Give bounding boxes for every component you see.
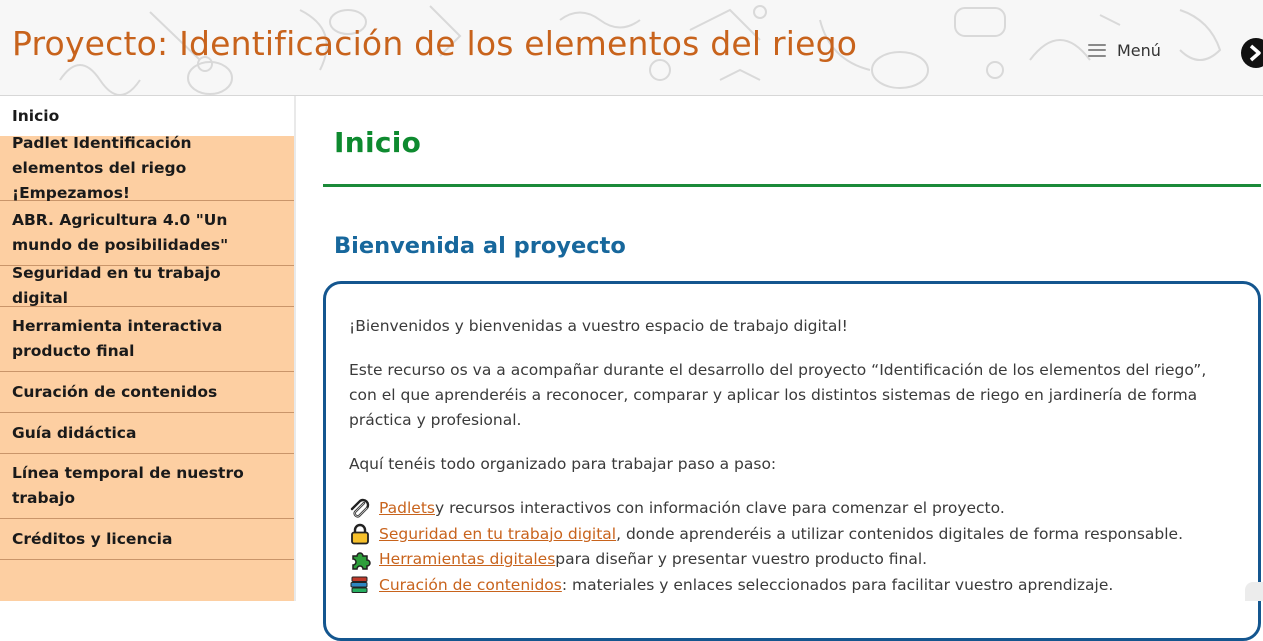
- sidebar-item-herramienta[interactable]: Herramienta interactiva producto final: [0, 307, 294, 372]
- sidebar-item-label: Curación de contenidos: [12, 382, 218, 401]
- welcome-content-box: ¡Bienvenidos y bienvenidas a vuestro esp…: [323, 281, 1261, 641]
- hamburger-icon: [1088, 43, 1106, 57]
- padlets-link[interactable]: Padlets: [379, 496, 435, 521]
- resource-item-curacion: Curación de contenidos: materiales y enl…: [349, 573, 1234, 599]
- resource-text: para diseñar y presentar vuestro product…: [555, 550, 928, 569]
- seguridad-link[interactable]: Seguridad en tu trabajo digital: [379, 522, 616, 547]
- resource-text: , donde aprenderéis a utilizar contenido…: [616, 524, 1184, 543]
- resource-item-herramientas: Herramientas digitales para diseñar y pr…: [349, 547, 1234, 573]
- sidebar-item-creditos[interactable]: Créditos y licencia: [0, 519, 294, 560]
- sidebar-item-label: Inicio: [12, 106, 60, 125]
- description-paragraph: Este recurso os va a acompañar durante e…: [349, 361, 1207, 429]
- resource-text: y recursos interactivos con información …: [434, 499, 1005, 518]
- sidebar-item-label: Seguridad en tu trabajo digital: [12, 264, 221, 307]
- resource-text: : materiales y enlaces seleccionados par…: [561, 575, 1114, 594]
- paperclip-icon: [350, 498, 370, 518]
- resource-item-seguridad: Seguridad en tu trabajo digital, donde a…: [349, 522, 1234, 548]
- sidebar-item-seguridad[interactable]: Seguridad en tu trabajo digital: [0, 264, 294, 307]
- sidebar-nav: Inicio Padlet Identificación elementos d…: [0, 96, 296, 601]
- menu-label: Menú: [1117, 40, 1161, 60]
- sidebar-item-curacion[interactable]: Curación de contenidos: [0, 372, 294, 413]
- sidebar-item-abr-agricultura[interactable]: ABR. Agricultura 4.0 "Un mundo de posibi…: [0, 201, 294, 266]
- resource-item-padlets: Padlets y recursos interactivos con info…: [349, 496, 1234, 522]
- sidebar-item-padlet[interactable]: Padlet Identificación elementos del rieg…: [0, 134, 294, 202]
- sidebar-item-label: Créditos y licencia: [12, 529, 173, 548]
- scroll-corner: [1245, 582, 1263, 601]
- books-icon: [350, 576, 368, 594]
- herramientas-link[interactable]: Herramientas digitales: [379, 547, 555, 572]
- heading-divider: [323, 184, 1261, 187]
- padlock-icon: [351, 524, 369, 545]
- sidebar-item-label: Herramienta interactiva producto final: [12, 317, 223, 360]
- next-page-button[interactable]: [1241, 38, 1263, 68]
- sidebar-item-linea-temporal[interactable]: Línea temporal de nuestro trabajo: [0, 454, 294, 519]
- intro-paragraph: ¡Bienvenidos y bienvenidas a vuestro esp…: [349, 317, 848, 335]
- sidebar-item-label: Guía didáctica: [12, 423, 137, 442]
- sidebar-item-label: ABR. Agricultura 4.0 "Un mundo de posibi…: [12, 211, 229, 254]
- page-heading: Inicio: [334, 126, 422, 159]
- sidebar-item-label: Línea temporal de nuestro trabajo: [12, 464, 244, 507]
- sidebar-item-label: Padlet Identificación elementos del rieg…: [12, 133, 192, 202]
- menu-button[interactable]: Menú: [1088, 39, 1161, 61]
- curacion-link[interactable]: Curación de contenidos: [379, 573, 562, 598]
- site-title: Proyecto: Identificación de los elemento…: [12, 24, 858, 63]
- sidebar-item-guia[interactable]: Guía didáctica: [0, 413, 294, 454]
- section-title: Bienvenida al proyecto: [334, 233, 626, 259]
- site-header: Proyecto: Identificación de los elemento…: [0, 0, 1263, 96]
- organized-paragraph: Aquí tenéis todo organizado para trabaja…: [349, 455, 777, 473]
- puzzle-piece-icon: [352, 552, 371, 570]
- chevron-right-icon: [1249, 44, 1261, 62]
